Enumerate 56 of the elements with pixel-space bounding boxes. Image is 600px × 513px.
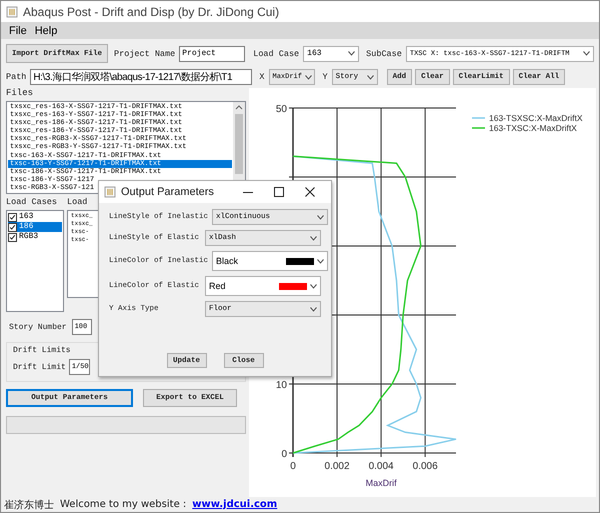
load-case-item[interactable]: 186 bbox=[8, 222, 62, 232]
legend-label: 163-TXSC:X-MaxDriftX bbox=[489, 123, 577, 133]
menu-item[interactable]: File bbox=[9, 24, 27, 36]
app-icon bbox=[6, 6, 18, 18]
field-label: Load Case bbox=[253, 48, 300, 58]
section-label: Files bbox=[6, 88, 34, 98]
field-label: Path bbox=[6, 72, 26, 82]
menu-item[interactable]: Help bbox=[34, 24, 58, 36]
caret-icon bbox=[317, 214, 324, 220]
axis-title: MaxDrif bbox=[366, 478, 397, 488]
caret-icon bbox=[310, 284, 317, 288]
field-label: Story Number bbox=[9, 322, 67, 332]
axis-tick-label: 0.004 bbox=[368, 461, 394, 472]
section-label: Load Cases bbox=[6, 197, 58, 207]
maximize-icon[interactable] bbox=[274, 187, 284, 197]
caret-icon bbox=[366, 74, 374, 80]
caret-icon bbox=[310, 306, 317, 312]
legend-line bbox=[472, 117, 485, 119]
field-label: Drift Limit bbox=[13, 362, 66, 372]
field-label: SubCase bbox=[366, 48, 402, 58]
load-case-list[interactable]: 163 186 RGB3 bbox=[6, 210, 64, 312]
checkbox[interactable] bbox=[8, 212, 17, 222]
axis-tick-label: 0.002 bbox=[324, 461, 350, 472]
caret-icon bbox=[317, 258, 324, 264]
status-message: Welcome to my website : bbox=[60, 499, 186, 510]
color-select[interactable]: Red bbox=[205, 276, 321, 296]
axis-tick-label: 50 bbox=[276, 104, 287, 115]
color-select[interactable]: Black bbox=[212, 251, 328, 271]
caret-icon bbox=[304, 74, 312, 80]
checkbox[interactable] bbox=[8, 222, 17, 232]
website-link[interactable]: www.jdcui.com bbox=[192, 499, 278, 510]
dialog-title: Output Parameters bbox=[121, 186, 215, 198]
axis-tick-label: 0 bbox=[290, 461, 296, 472]
group-label: Drift Limits bbox=[13, 346, 72, 355]
field-label: Project Name bbox=[114, 48, 176, 58]
load-case-item[interactable]: RGB3 bbox=[8, 232, 62, 242]
axis-tick-label: 10 bbox=[276, 380, 287, 391]
checkbox[interactable] bbox=[8, 232, 17, 242]
path-field[interactable]: H:\3.海口华润双塔\abaqus-17-1217\数据分析\T1 bbox=[30, 69, 252, 85]
axis-tick-label: 0.006 bbox=[412, 461, 438, 472]
author-name: 崔济东博士 bbox=[4, 498, 54, 512]
project-name-field[interactable]: Project bbox=[179, 46, 246, 62]
window-title: Abaqus Post - Drift and Disp (by Dr. JiDong Cui) bbox=[23, 4, 280, 18]
load-case-item[interactable]: 163 bbox=[8, 212, 62, 222]
axis-tick-label: 0 bbox=[281, 449, 287, 460]
caret-icon bbox=[310, 236, 317, 240]
legend-label: 163-TSXSC:X-MaxDriftX bbox=[489, 113, 583, 123]
caret-icon bbox=[348, 51, 356, 56]
field-label: X bbox=[259, 72, 265, 82]
legend-line bbox=[472, 127, 485, 129]
caret-icon bbox=[582, 51, 590, 56]
close-icon[interactable] bbox=[305, 187, 315, 197]
app-icon bbox=[104, 186, 116, 198]
load-case-select[interactable]: 163 bbox=[303, 46, 360, 62]
field-label: Y bbox=[322, 72, 328, 82]
section-label: Load bbox=[67, 197, 88, 207]
